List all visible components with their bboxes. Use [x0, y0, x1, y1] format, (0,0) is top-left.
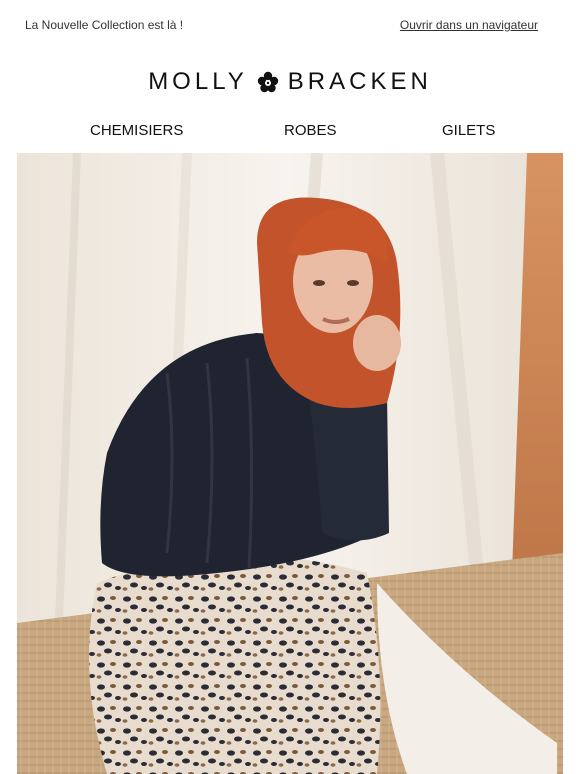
preheader-bar: La Nouvelle Collection est là ! Ouvrir d…	[0, 0, 580, 50]
logo-text-left: MOLLY	[148, 68, 248, 95]
brand-logo[interactable]: MOLLY BRACKEN	[0, 66, 580, 98]
view-in-browser-link[interactable]: Ouvrir dans un navigateur	[400, 18, 538, 32]
hero-illustration	[17, 153, 563, 774]
category-nav: CHEMISIERS ROBES GILETS	[0, 122, 580, 146]
logo-text-right: BRACKEN	[287, 68, 432, 95]
nav-item-chemisiers[interactable]: CHEMISIERS	[90, 122, 183, 139]
nav-item-gilets[interactable]: GILETS	[442, 122, 495, 139]
hero-image[interactable]	[17, 153, 563, 774]
nav-item-robes[interactable]: ROBES	[284, 122, 337, 139]
clover-flower-icon	[256, 70, 280, 94]
preheader-text: La Nouvelle Collection est là !	[25, 18, 184, 32]
